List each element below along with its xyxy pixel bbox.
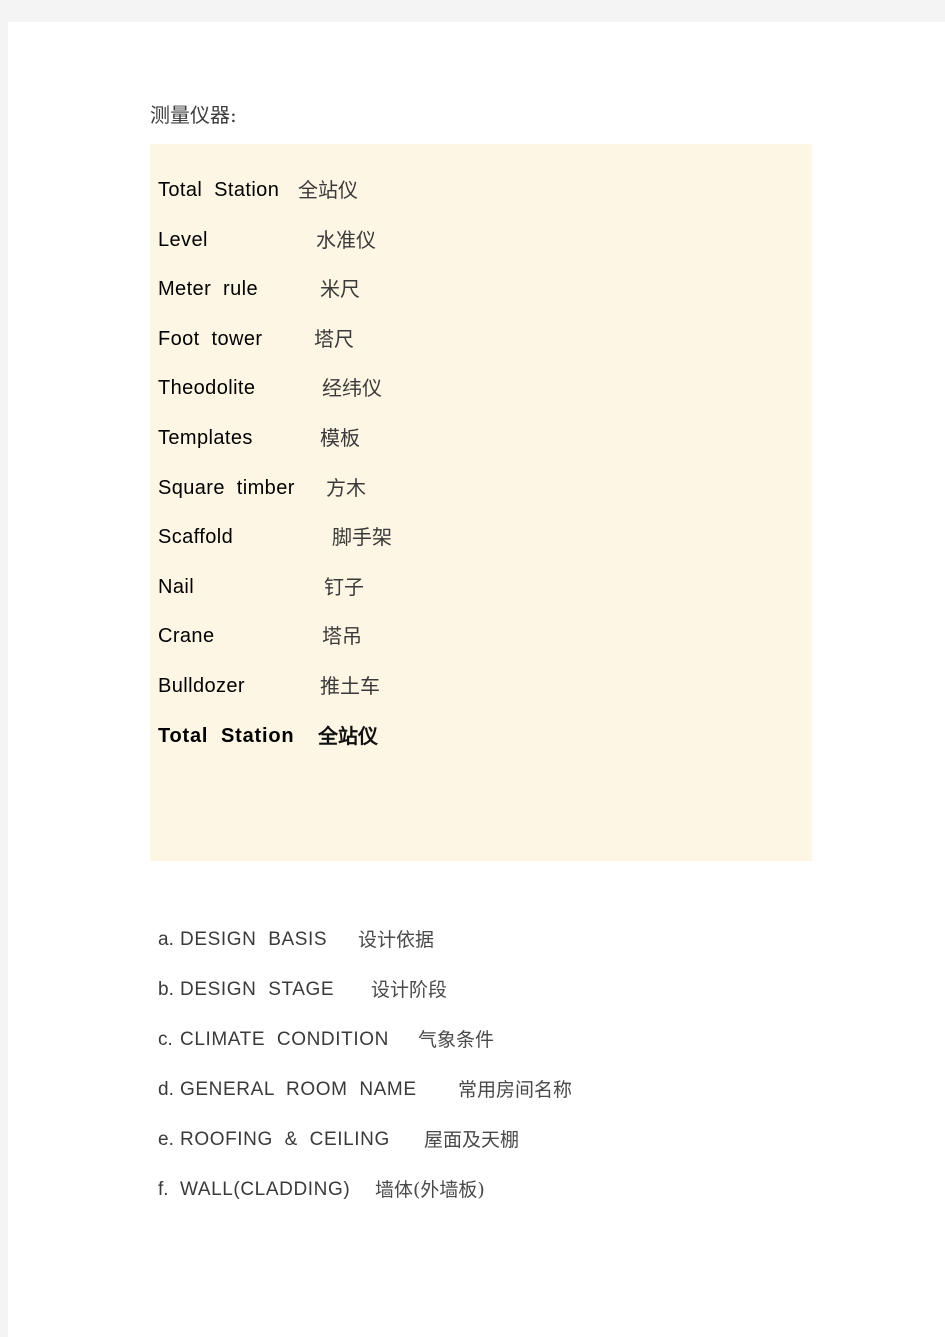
glossary-definition: 塔吊 bbox=[322, 624, 362, 649]
glossary-term: Total Station bbox=[158, 724, 295, 747]
outline-english-label: CLIMATE CONDITION bbox=[180, 1029, 389, 1050]
glossary-term: Foot tower bbox=[158, 327, 263, 350]
outline-english-label: DESIGN STAGE bbox=[180, 979, 335, 1000]
glossary-definition: 方木 bbox=[326, 475, 366, 500]
glossary-row: Square timber 方木 bbox=[150, 474, 812, 523]
glossary-term: Templates bbox=[158, 427, 253, 449]
glossary-term: Theodolite bbox=[158, 377, 256, 400]
glossary-definition: 脚手架 bbox=[332, 525, 392, 550]
glossary-table: Total Station 全站仪 Level 水准仪 Meter rule 米尺 Foot… bbox=[150, 144, 812, 861]
glossary-term: Level bbox=[158, 228, 208, 251]
glossary-row: Nail 钉子 bbox=[150, 573, 812, 622]
glossary-term: Bulldozer bbox=[158, 675, 245, 697]
glossary-row: Foot tower 塔尺 bbox=[150, 325, 812, 374]
glossary-definition: 全站仪 bbox=[318, 723, 378, 748]
glossary-row: Templates 模板 bbox=[150, 424, 812, 473]
glossary-term: Total Station bbox=[158, 179, 280, 201]
outline-chinese-label: 常用房间名称 bbox=[458, 1079, 573, 1101]
outline-marker: f. bbox=[158, 1179, 169, 1200]
outline-marker: d. bbox=[158, 1079, 174, 1100]
glossary-row: Theodolite 经纬仪 bbox=[150, 374, 812, 423]
glossary-row: Total Station 全站仪 bbox=[150, 722, 812, 771]
glossary-term: Crane bbox=[158, 625, 215, 648]
glossary-row: Scaffold 脚手架 bbox=[150, 523, 812, 572]
glossary-definition: 米尺 bbox=[320, 277, 360, 302]
glossary-row: Total Station 全站仪 bbox=[150, 176, 812, 225]
section-heading: 测量仪器: bbox=[150, 103, 237, 127]
document-page: 测量仪器: Total Station 全站仪 Level 水准仪 Meter rule… bbox=[8, 22, 945, 1337]
glossary-term: Meter rule bbox=[158, 278, 258, 301]
outline-marker: a. bbox=[158, 929, 174, 950]
glossary-row: Meter rule 米尺 bbox=[150, 275, 812, 324]
outline-marker: e. bbox=[158, 1129, 174, 1150]
glossary-definition: 经纬仪 bbox=[322, 376, 382, 401]
outline-marker: b. bbox=[158, 979, 174, 1000]
outline-english-label: ROOFING & CEILING bbox=[180, 1129, 390, 1150]
glossary-definition: 全站仪 bbox=[298, 178, 358, 202]
outline-english-label: WALL(CLADDING) bbox=[180, 1179, 351, 1200]
glossary-definition: 塔尺 bbox=[314, 326, 354, 351]
glossary-term: Nail bbox=[158, 575, 195, 598]
glossary-term: Square timber bbox=[158, 476, 295, 499]
outline-chinese-label: 墙体(外墙板) bbox=[375, 1179, 485, 1201]
outline-english-label: DESIGN BASIS bbox=[180, 929, 328, 950]
outline-english-label: GENERAL ROOM NAME bbox=[180, 1079, 417, 1100]
outline-chinese-label: 设计依据 bbox=[358, 929, 435, 951]
outline-chinese-label: 设计阶段 bbox=[371, 979, 448, 1001]
glossary-row: Level 水准仪 bbox=[150, 226, 812, 275]
outline-chinese-label: 气象条件 bbox=[418, 1029, 495, 1051]
glossary-row: Crane 塔吊 bbox=[150, 622, 812, 671]
glossary-definition: 推土车 bbox=[320, 674, 380, 698]
glossary-definition: 钉子 bbox=[324, 574, 364, 599]
glossary-definition: 水准仪 bbox=[316, 227, 376, 252]
outline-marker: c. bbox=[158, 1029, 173, 1050]
outline-chinese-label: 屋面及天棚 bbox=[424, 1129, 520, 1151]
glossary-definition: 模板 bbox=[320, 426, 360, 450]
glossary-term: Scaffold bbox=[158, 526, 234, 549]
glossary-row: Bulldozer 推土车 bbox=[150, 672, 812, 721]
